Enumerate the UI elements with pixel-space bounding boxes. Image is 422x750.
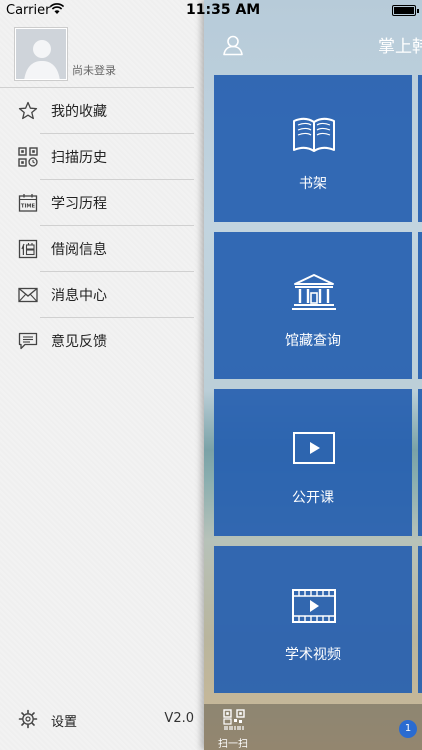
svg-text:TIME: TIME	[21, 203, 36, 209]
tile-label: 学术视频	[285, 647, 341, 663]
menu-item-scan-history[interactable]: 扫描历史	[0, 134, 204, 179]
menu-item-label: 借阅信息	[51, 241, 107, 258]
film-icon	[292, 589, 336, 623]
menu-item-label: 消息中心	[51, 287, 107, 304]
tile-open-course[interactable]: 公开课	[214, 389, 412, 536]
nav-title: 掌上韩	[378, 37, 422, 57]
scan-tab[interactable]: 扫一扫	[204, 704, 264, 750]
qr-scan-icon	[223, 709, 245, 730]
borrow-icon	[17, 238, 39, 260]
tab-bar: 扫一扫 1	[204, 704, 422, 750]
carrier-label: Carrier	[6, 3, 51, 18]
time-calendar-icon: TIME	[17, 192, 39, 214]
status-time: 11:35 AM	[186, 2, 261, 18]
nav-bar: 掌上韩	[204, 22, 422, 66]
qr-history-icon	[17, 146, 39, 168]
tile-edge	[418, 389, 422, 536]
menu-item-label: 学习历程	[51, 195, 107, 212]
gear-icon	[17, 708, 39, 730]
tile-label: 馆藏查询	[285, 333, 341, 349]
settings-row[interactable]: 设置 V2.0	[0, 705, 204, 735]
menu-item-label: 我的收藏	[51, 103, 107, 120]
status-bar: Carrier 11:35 AM	[0, 0, 422, 22]
play-screen-icon	[293, 432, 335, 464]
login-status-text[interactable]: 尚未登录	[72, 62, 116, 78]
menu-item-label: 扫描历史	[51, 149, 107, 166]
version-label: V2.0	[164, 711, 194, 726]
scan-label: 扫一扫	[218, 739, 248, 750]
menu-item-label: 意见反馈	[51, 333, 107, 350]
book-icon	[293, 117, 335, 152]
menu-item-favorites[interactable]: 我的收藏	[0, 88, 204, 133]
main-panel[interactable]: 掌上韩 书架 馆藏查询 公开课 学术视频 扫一扫 1	[204, 0, 422, 750]
menu-item-messages[interactable]: 消息中心	[0, 272, 204, 317]
tile-academic-video[interactable]: 学术视频	[214, 546, 412, 693]
tile-edge	[418, 232, 422, 379]
default-user-icon	[16, 29, 66, 79]
menu-item-feedback[interactable]: 意见反馈	[0, 318, 204, 363]
library-building-icon	[292, 274, 336, 310]
user-icon[interactable]	[222, 34, 244, 56]
avatar[interactable]	[15, 28, 67, 80]
notification-badge[interactable]: 1	[399, 720, 417, 738]
tile-label: 公开课	[292, 490, 334, 506]
star-icon	[17, 100, 39, 122]
tile-bookshelf[interactable]: 书架	[214, 75, 412, 222]
menu-item-learning-history[interactable]: TIME 学习历程	[0, 180, 204, 225]
envelope-icon	[17, 284, 39, 306]
wifi-icon	[50, 3, 64, 14]
feedback-icon	[17, 330, 39, 352]
sidebar: 尚未登录 我的收藏 扫描历史 TIME 学习历程 借阅信息 消息中心 意见反馈 …	[0, 0, 204, 750]
battery-icon	[392, 5, 419, 16]
menu-item-borrow-info[interactable]: 借阅信息	[0, 226, 204, 271]
tile-collection-search[interactable]: 馆藏查询	[214, 232, 412, 379]
tile-edge	[418, 75, 422, 222]
tile-edge	[418, 546, 422, 693]
tile-label: 书架	[299, 176, 327, 192]
settings-label: 设置	[51, 715, 78, 730]
